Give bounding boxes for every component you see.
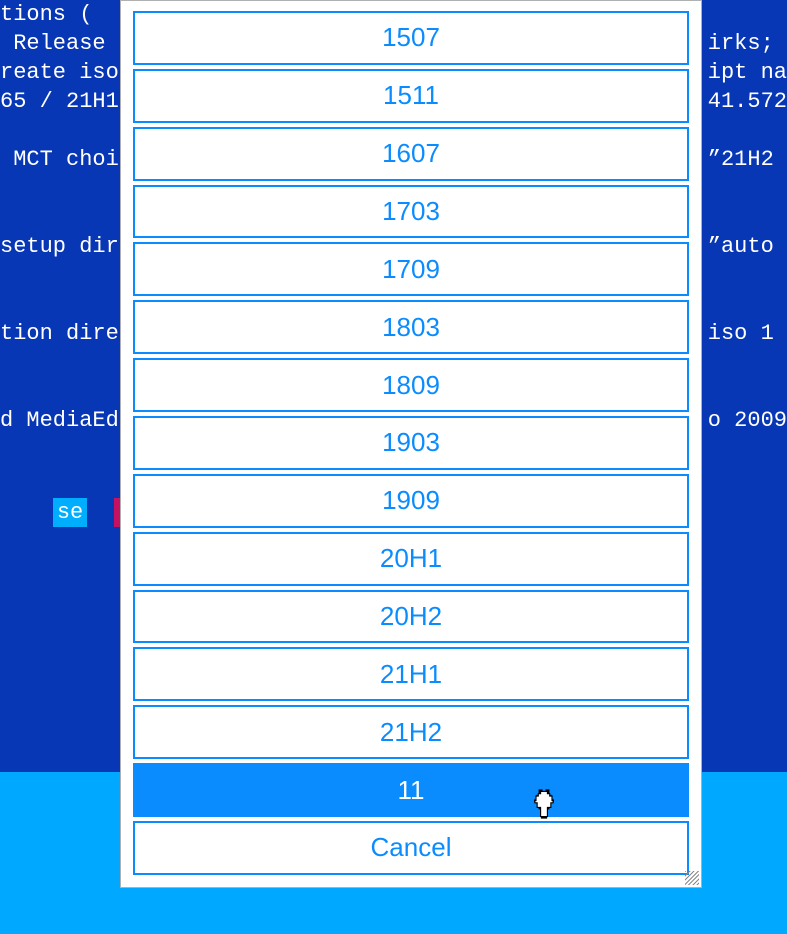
version-option-21h1[interactable]: 21H1 [133, 647, 689, 701]
version-option-1803[interactable]: 1803 [133, 300, 689, 354]
version-option-1809[interactable]: 1809 [133, 358, 689, 412]
console-line-right [708, 377, 787, 406]
console-line-right: ”auto [708, 232, 787, 261]
console-line: 65 / 21H1 [0, 87, 119, 116]
console-line [0, 348, 119, 377]
version-option-21h2[interactable]: 21H2 [133, 705, 689, 759]
console-line: tions ( [0, 0, 119, 29]
console-line-right: ”21H2 [708, 145, 787, 174]
console-line [0, 261, 119, 290]
console-line-right [708, 435, 787, 464]
console-line-right [708, 261, 787, 290]
console-line [0, 435, 119, 464]
version-option-1709[interactable]: 1709 [133, 242, 689, 296]
console-line: d MediaEd [0, 406, 119, 435]
console-line-right [708, 0, 787, 29]
console-line: reate iso [0, 58, 119, 87]
console-line-right: 41.572 [708, 87, 787, 116]
version-option-1703[interactable]: 1703 [133, 185, 689, 239]
console-line: setup dir [0, 232, 119, 261]
version-option-1909[interactable]: 1909 [133, 474, 689, 528]
console-line [0, 203, 119, 232]
console-line [0, 377, 119, 406]
console-line-right: irks; [708, 29, 787, 58]
console-line: Release [0, 29, 119, 58]
console-line-right [708, 348, 787, 377]
badge-se: se [53, 498, 87, 527]
version-picker-dialog: 15071511160717031709180318091903190920H1… [120, 0, 702, 888]
version-option-1507[interactable]: 1507 [133, 11, 689, 65]
console-line-right: o 2009 [708, 406, 787, 435]
console-line-right: iso 1 [708, 319, 787, 348]
version-option-20h1[interactable]: 20H1 [133, 532, 689, 586]
version-option-20h2[interactable]: 20H2 [133, 590, 689, 644]
version-option-1607[interactable]: 1607 [133, 127, 689, 181]
version-option-1903[interactable]: 1903 [133, 416, 689, 470]
console-line [0, 174, 119, 203]
console-line: tion dire [0, 319, 119, 348]
console-line-right [708, 290, 787, 319]
console-line-right [708, 203, 787, 232]
console-line [0, 290, 119, 319]
version-option-11[interactable]: 11 [133, 763, 689, 817]
version-option-1511[interactable]: 1511 [133, 69, 689, 123]
console-line-right: ipt na [708, 58, 787, 87]
cancel-button[interactable]: Cancel [133, 821, 689, 875]
console-line-right [708, 174, 787, 203]
console-line-right [708, 116, 787, 145]
console-line [0, 116, 119, 145]
console-line: MCT choi [0, 145, 119, 174]
